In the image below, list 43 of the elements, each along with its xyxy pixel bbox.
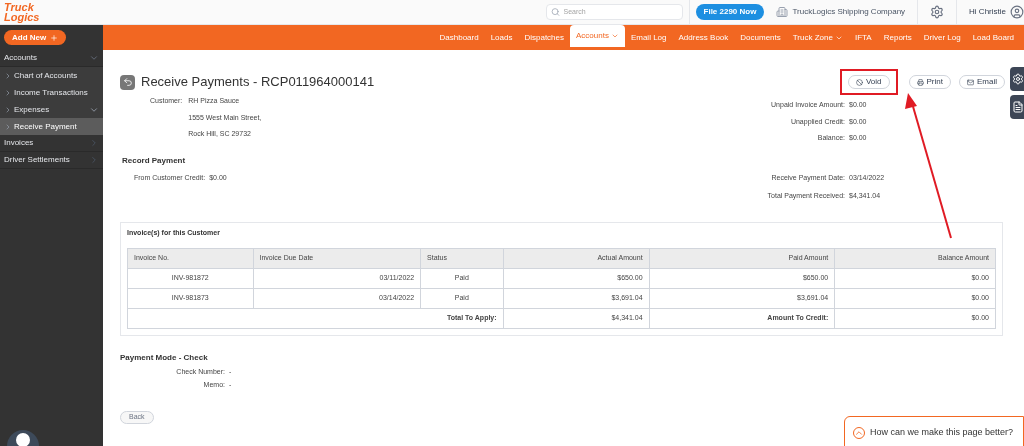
sidebar-subitem[interactable]: Expenses (0, 101, 103, 118)
nav-tab[interactable]: Dispatches (518, 28, 570, 47)
section-title: Payment Mode - Check (120, 352, 209, 364)
nav-tab[interactable]: Dashboard (433, 28, 485, 47)
nav-tab[interactable]: Documents (734, 28, 787, 47)
settings-tab[interactable] (1010, 67, 1024, 91)
caret-icon (610, 32, 619, 40)
add-new-button[interactable]: Add New (4, 30, 67, 45)
nav-tab[interactable]: Loads (484, 28, 519, 47)
sidebar-subitem[interactable]: Receive Payment (0, 118, 103, 135)
feedback-button[interactable]: How can we make this page better? (844, 416, 1024, 446)
plus-icon (50, 33, 59, 42)
sidebar-subitem[interactable]: Chart of Accounts (0, 67, 103, 84)
truck-logo[interactable]: Truck Logics (4, 2, 40, 22)
page-title: Receive Payments - RCP011964000141 (141, 73, 375, 92)
company-name: TruckLogics Shipping Company (792, 6, 906, 18)
nav-tab[interactable]: IFTA (848, 28, 878, 47)
nav-tab[interactable]: Load Board (966, 28, 1020, 47)
document-tab[interactable] (1010, 95, 1024, 119)
avatar-icon[interactable] (1010, 5, 1024, 19)
settings-icon[interactable] (930, 5, 945, 19)
nav-tab[interactable]: Reports (877, 28, 918, 47)
sidebar-item[interactable]: Invoices (0, 135, 103, 152)
greeting[interactable]: Hi Christie (969, 6, 1006, 18)
nav-tab[interactable]: Truck Zone (786, 28, 849, 47)
nav-tab[interactable]: Email Log (624, 28, 673, 47)
back-arrow-icon[interactable] (120, 74, 135, 90)
printer-icon (916, 78, 924, 86)
prohibited-icon (855, 78, 863, 86)
sidebar-item[interactable]: Driver Settlements (0, 152, 103, 169)
email-button[interactable]: Email (959, 75, 1005, 89)
building-icon (776, 6, 789, 18)
envelope-icon (967, 78, 974, 86)
sidebar-subitem[interactable]: Income Transactions (0, 84, 103, 101)
chevron-icon (89, 53, 99, 63)
nav-tab[interactable]: Accounts (570, 25, 625, 47)
void-button[interactable]: Void (847, 75, 890, 89)
print-button[interactable]: Print (908, 75, 951, 89)
file-2290-button[interactable]: File 2290 Now (695, 4, 765, 20)
search-icon (550, 7, 560, 17)
nav-tab[interactable]: Driver Log (917, 28, 967, 47)
nav-tab[interactable]: Address Book (672, 28, 735, 47)
section-title: Record Payment (122, 154, 187, 167)
